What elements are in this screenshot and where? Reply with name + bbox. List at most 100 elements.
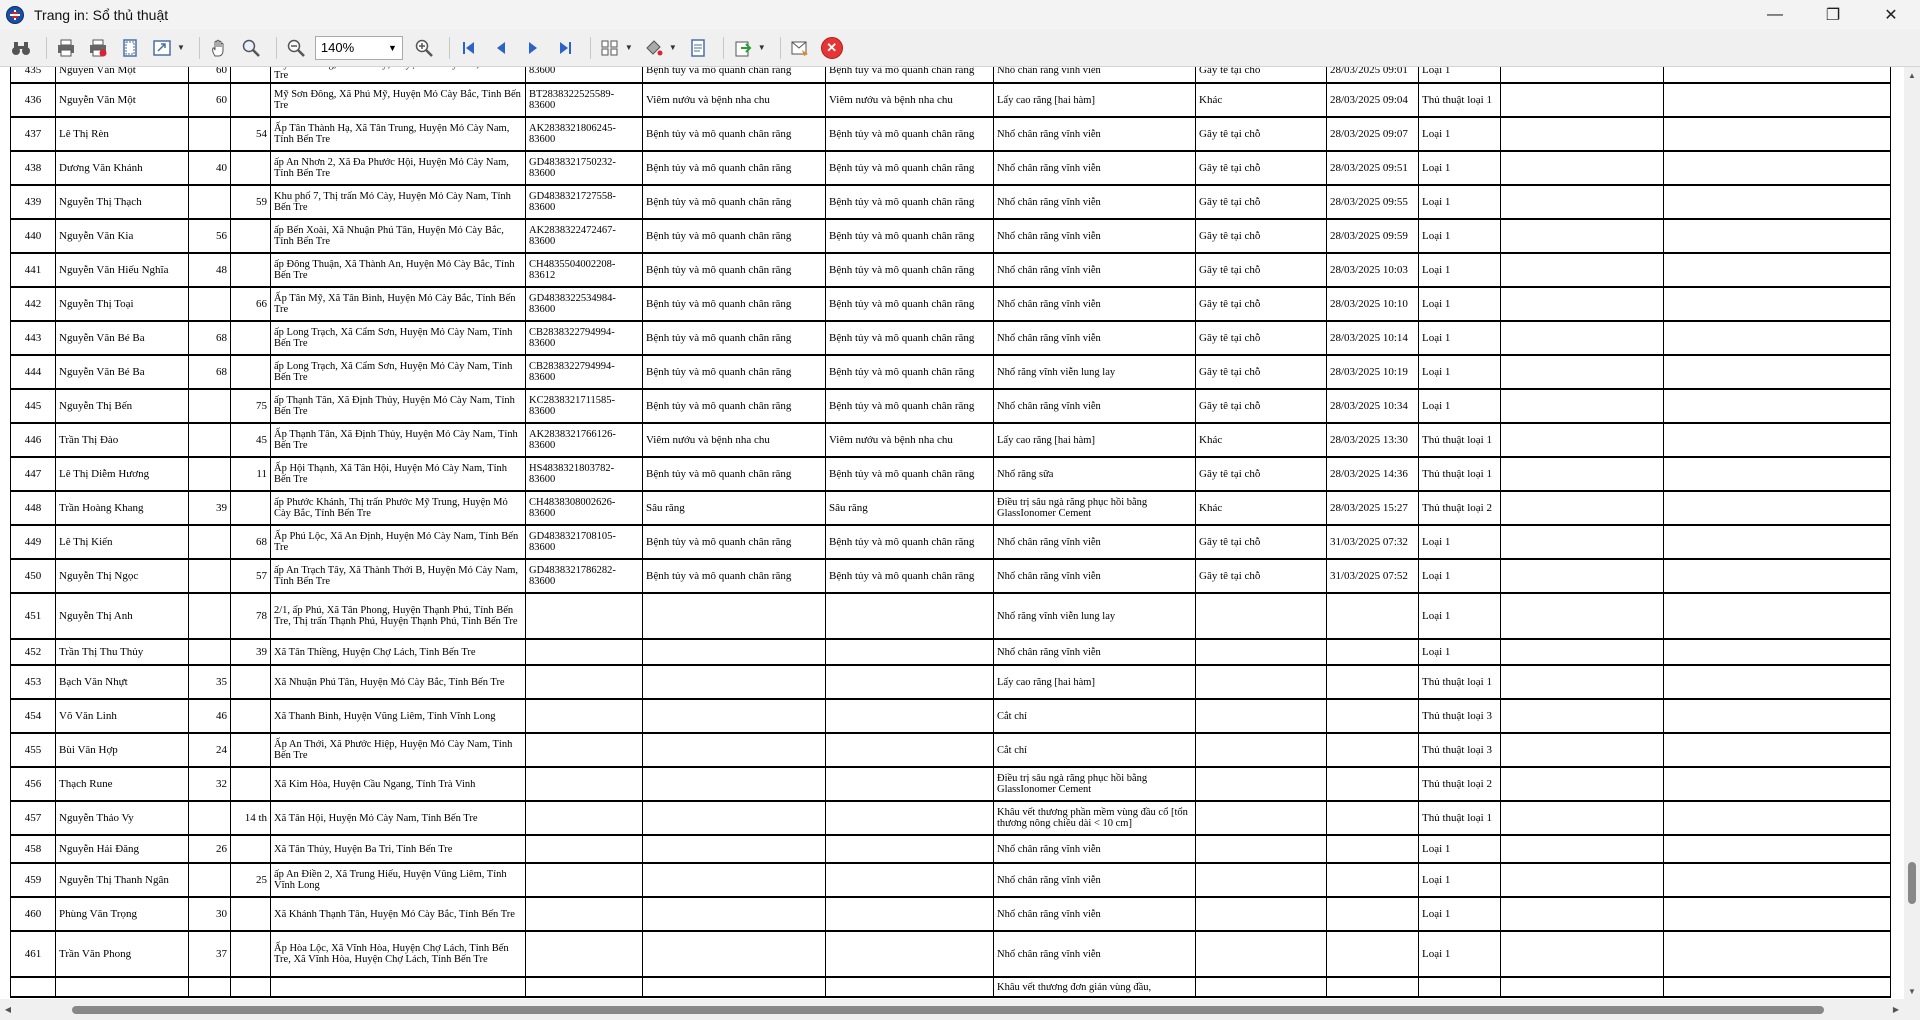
vertical-scrollbar[interactable]: ▲ ▼ [1904,67,1920,999]
age-male: 26 [188,834,231,864]
vertical-scroll-thumb[interactable] [1908,862,1916,904]
procedure-name: Nhổ răng vĩnh viễn lung lay [993,354,1196,390]
table-row: 449 Lê Thị Kiến 68 Ấp Phú Lộc, Xã An Định, … [10,524,1891,560]
blank-cell [1500,320,1664,356]
age-female [230,732,271,768]
first-page-icon [462,41,474,54]
patient-address: ấp Bến Xoài, Xã Nhuận Phú Tân, Huyện Mỏ … [270,218,526,254]
scroll-right-icon[interactable]: ▶ [1888,999,1904,1020]
row-number: 457 [10,800,56,836]
watermark-button[interactable] [685,35,711,61]
patient-name: Lê Thị Diễm Hương [55,456,189,492]
patient-name: Nguyễn Hải Đăng [55,834,189,864]
table-row: 436 Nguyễn Văn Một 60 Mỹ Sơn Đông, Xã Phú M… [10,82,1891,118]
age-male [188,286,231,322]
procedure-time [1326,766,1419,802]
scale-dropdown-icon[interactable]: ▼ [177,43,185,52]
procedure-type: Loại 1 [1418,67,1501,84]
age-female [230,834,271,864]
age-female: 66 [230,286,271,322]
age-female: 11 [230,456,271,492]
blank-cell [1663,286,1891,322]
zoom-in-button[interactable] [411,35,437,61]
anesthesia-method [1195,976,1327,998]
close-preview-button[interactable]: ✕ [819,35,845,61]
procedure-type: Loại 1 [1418,252,1501,288]
horizontal-scrollbar[interactable]: ◀ ▶ [0,999,1904,1020]
last-page-button[interactable] [552,35,578,61]
table-row: 442 Nguyễn Thị Toại 66 Ấp Tân Mỹ, Xã Tân Bì… [10,286,1891,322]
procedure-name: Nhổ chân răng vĩnh viễn [993,834,1196,864]
age-female: 54 [230,116,271,152]
diagnosis-exit: Bệnh tủy và mô quanh chân răng [825,286,994,322]
insurance-code: GD4838321786282-83600 [525,558,643,594]
age-male: 40 [188,150,231,186]
blank-cell [1663,422,1891,458]
patient-address: ấp An Nhơn 2, Xã Đa Phước Hội, Huyện Mỏ … [270,150,526,186]
prev-page-icon [496,41,505,54]
procedure-name: Nhổ chân răng vĩnh viễn [993,862,1196,898]
minimize-button[interactable]: — [1746,0,1804,29]
diagnosis-exit: Bệnh tủy và mô quanh chân răng [825,558,994,594]
procedure-name: Nhổ chân răng vĩnh viễn [993,184,1196,220]
age-male: 68 [188,354,231,390]
scroll-up-icon[interactable]: ▲ [1904,67,1920,83]
blank-cell [1663,930,1891,978]
table-row: 441 Nguyễn Văn Hiếu Nghĩa 48 ấp Đông Thuận,… [10,252,1891,288]
first-page-button[interactable] [456,35,482,61]
color-dropdown-icon[interactable]: ▼ [669,43,677,52]
procedure-type: Thủ thuật loại 3 [1418,698,1501,734]
table-row: 456 Thạch Rune 32 Xã Kim Hòa, Huyện Cầu Nga… [10,766,1891,802]
window-controls: — ❐ ✕ [1746,0,1920,29]
age-female [230,930,271,978]
export-icon [735,41,752,56]
scroll-down-icon[interactable]: ▼ [1904,983,1920,999]
diagnosis-entry [642,800,826,836]
send-button[interactable] [787,35,813,61]
table-row: 439 Nguyễn Thị Thạch 59 Khu phố 7, Thị trấn… [10,184,1891,220]
scrollbar-corner [1904,999,1920,1020]
zoom-out-button[interactable] [283,35,309,61]
anesthesia-method: Gây tê tại chỗ [1195,320,1327,356]
maximize-button[interactable]: ❐ [1804,0,1862,29]
zoom-select[interactable]: 140% ▼ [314,35,403,60]
multipage-dropdown-icon[interactable]: ▼ [625,43,633,52]
age-male [188,862,231,898]
quick-print-button[interactable] [85,35,111,61]
watermark-icon [691,38,705,57]
export-dropdown-icon[interactable]: ▼ [758,43,766,52]
blank-cell [1663,732,1891,768]
export-button[interactable] [730,35,756,61]
document-viewport[interactable]: 435Nguyễn Văn Một60 Mỹ Sơn Đông, Xã Phú M… [0,67,1904,999]
color-button[interactable] [641,35,667,61]
procedure-time: 28/03/2025 10:34 [1326,388,1419,424]
close-button[interactable]: ✕ [1862,0,1920,29]
scale-button[interactable] [149,35,175,61]
page-setup-button[interactable] [117,35,143,61]
find-button[interactable] [8,35,34,61]
print-button[interactable] [53,35,79,61]
table-row: 448 Trần Hoàng Khang 39 ấp Phước Khánh, Thị… [10,490,1891,526]
diagnosis-exit: Bệnh tủy và mô quanh chân răng [825,184,994,220]
anesthesia-method [1195,930,1327,978]
scale-icon [153,39,171,56]
insurance-code [525,766,643,802]
blank-cell [1663,490,1891,526]
anesthesia-method [1195,896,1327,932]
procedure-time: 28/03/2025 09:59 [1326,218,1419,254]
diagnosis-entry: Bệnh tủy và mô quanh chân răng [642,558,826,594]
magnifier-button[interactable] [238,35,264,61]
next-page-button[interactable] [520,35,546,61]
scroll-left-icon[interactable]: ◀ [0,999,16,1020]
patient-address: ấp Đông Thuận, Xã Thành An, Huyện Mỏ Cày… [270,252,526,288]
patient-name: Trần Thị Đào [55,422,189,458]
blank-cell [1663,320,1891,356]
report-page: 435Nguyễn Văn Một60 Mỹ Sơn Đông, Xã Phú M… [10,67,1891,998]
hand-tool-button[interactable] [206,35,232,61]
procedure-time [1326,698,1419,734]
prev-page-button[interactable] [488,35,514,61]
multipage-button[interactable] [597,35,623,61]
diagnosis-exit [825,638,994,666]
blank-cell [1663,664,1891,700]
horizontal-scroll-thumb[interactable] [72,1006,1824,1014]
